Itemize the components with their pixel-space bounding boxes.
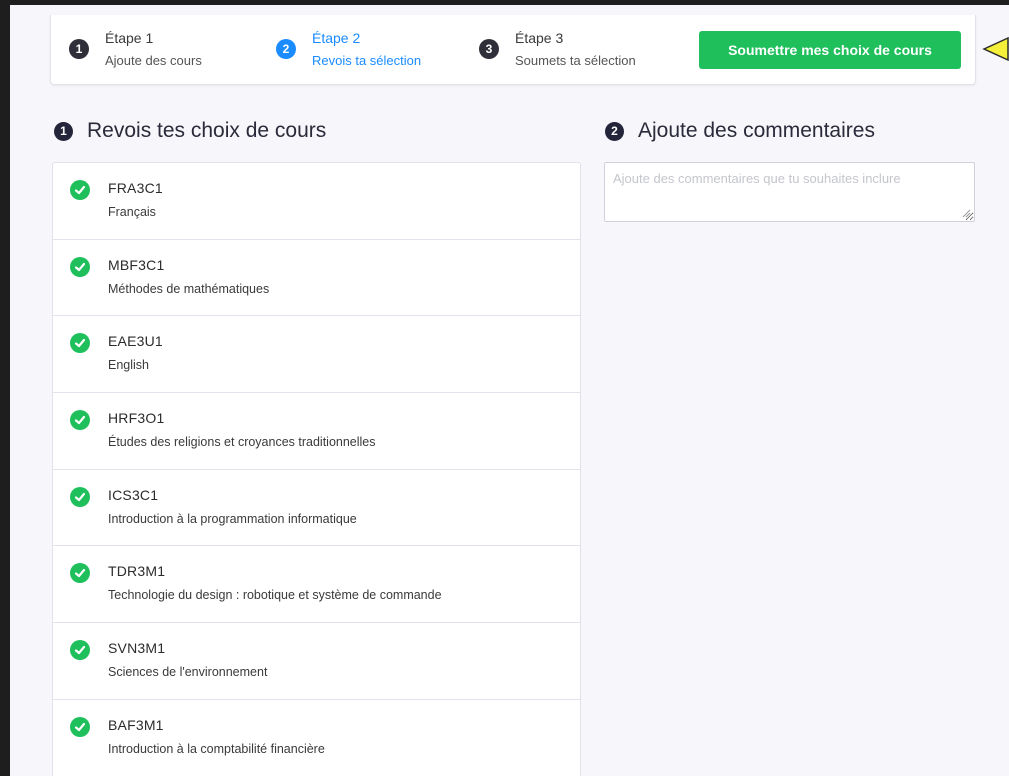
step-progress-bar: 1 Étape 1 Ajoute des cours 2 Étape 2 Rev… <box>50 15 976 85</box>
comments-section-heading: 2 Ajoute des commentaires <box>605 119 875 143</box>
course-code: MBF3C1 <box>108 256 165 273</box>
comments-section-title: Ajoute des commentaires <box>638 119 875 142</box>
step-2-number-badge: 2 <box>276 39 296 59</box>
check-circle-icon <box>70 333 90 354</box>
course-name: Introduction à la comptabilité financièr… <box>108 741 325 756</box>
comments-section-number-badge: 2 <box>605 121 624 141</box>
check-circle-icon <box>70 180 90 200</box>
course-name: Sciences de l'environnement <box>108 665 268 680</box>
course-name: Études des religions et croyances tradit… <box>108 435 376 450</box>
step-1-subtitle: Ajoute des cours <box>105 53 202 68</box>
course-item: BAF3M1 Introduction à la comptabilité fin… <box>53 700 580 776</box>
course-item: SVN3M1 Sciences de l'environnement <box>53 623 580 700</box>
course-code: HRF3O1 <box>108 410 165 427</box>
course-code: SVN3M1 <box>108 640 166 657</box>
course-code: EAE3U1 <box>108 333 163 350</box>
step-3-number-badge: 3 <box>479 39 499 59</box>
arrow-pointer-icon <box>982 36 1009 62</box>
course-item: TDR3M1 Technologie du design : robotique … <box>53 546 580 624</box>
course-name: Méthodes de mathématiques <box>108 281 270 296</box>
step-1-title: Étape 1 <box>105 30 154 46</box>
check-circle-icon <box>70 256 90 277</box>
course-name: Français <box>108 205 156 219</box>
step-1: 1 Étape 1 Ajoute des cours <box>69 29 202 70</box>
course-code: BAF3M1 <box>108 716 164 733</box>
course-code: TDR3M1 <box>108 563 166 580</box>
step-1-number-badge: 1 <box>69 39 89 59</box>
step-2: 2 Étape 2 Revois ta sélection <box>276 29 421 70</box>
course-code: ICS3C1 <box>108 486 159 503</box>
check-circle-icon <box>70 716 90 737</box>
step-2-title: Étape 2 <box>312 30 361 46</box>
comments-textarea[interactable] <box>604 162 975 222</box>
course-selection-page: 1 Étape 1 Ajoute des cours 2 Étape 2 Rev… <box>10 5 1009 776</box>
step-3-title: Étape 3 <box>515 30 564 46</box>
check-circle-icon <box>70 640 90 661</box>
check-circle-icon <box>70 486 90 507</box>
course-name: English <box>108 358 149 373</box>
course-item: EAE3U1 English <box>53 316 580 394</box>
review-section-number-badge: 1 <box>54 121 73 141</box>
course-code: FRA3C1 <box>108 180 163 196</box>
course-name: Technologie du design : robotique et sys… <box>108 588 442 603</box>
check-circle-icon <box>70 410 90 431</box>
resize-grip-icon[interactable] <box>961 208 971 218</box>
review-section-heading: 1 Revois tes choix de cours <box>54 119 326 143</box>
step-3-subtitle: Soumets ta sélection <box>515 53 636 68</box>
step-3: 3 Étape 3 Soumets ta sélection <box>479 29 636 70</box>
step-2-subtitle: Revois ta sélection <box>312 53 422 68</box>
course-list: FRA3C1 Français MBF3C1 Méthodes de mathémat… <box>52 162 581 776</box>
review-section-title: Revois tes choix de cours <box>87 119 327 142</box>
check-circle-icon <box>70 563 90 584</box>
course-item: ICS3C1 Introduction à la programmation in… <box>53 470 580 547</box>
course-item: FRA3C1 Français <box>53 163 580 240</box>
submit-course-choices-button[interactable]: Soumettre mes choix de cours <box>699 31 961 69</box>
course-name: Introduction à la programmation informat… <box>108 511 357 526</box>
course-item: HRF3O1 Études des religions et croyances … <box>53 393 580 470</box>
course-item: MBF3C1 Méthodes de mathématiques <box>53 240 580 317</box>
